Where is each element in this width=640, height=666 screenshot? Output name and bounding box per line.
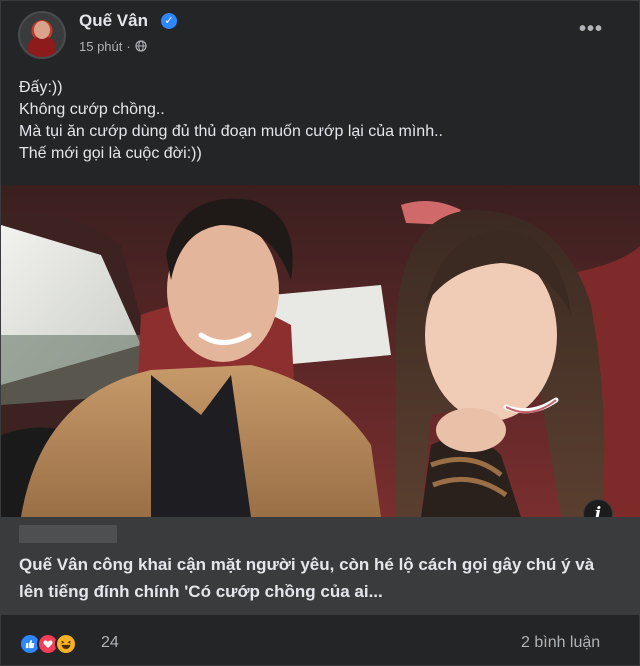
verified-badge-icon: ✓ <box>161 13 177 29</box>
haha-icon <box>55 633 77 655</box>
avatar-face <box>34 21 50 39</box>
facebook-post: Quế Vân ✓ 15 phút · ••• Đấy:)) Không cướp… <box>0 0 640 666</box>
comments-count-link[interactable]: 2 bình luận <box>521 634 600 652</box>
caption-line: Không cướp chồng.. <box>19 101 165 118</box>
globe-icon[interactable] <box>135 40 147 52</box>
post-photo[interactable] <box>1 185 640 517</box>
post-meta: 15 phút · <box>79 39 147 54</box>
more-options-icon[interactable]: ••• <box>579 19 607 41</box>
post-caption: Đấy:)) Không cướp chồng.. Mà tụi ăn cướp… <box>19 77 443 165</box>
avatar[interactable] <box>18 11 66 59</box>
link-preview-title[interactable]: Quế Vân công khai cận mặt người yêu, còn… <box>19 551 619 605</box>
author-name[interactable]: Quế Vân <box>79 11 148 31</box>
caption-line: Mà tụi ăn cướp dùng đủ thủ đoạn muốn cướ… <box>19 123 443 140</box>
post-header: Quế Vân ✓ 15 phút · ••• <box>1 1 640 67</box>
link-domain-redacted <box>19 525 117 543</box>
caption-line: Đấy:)) <box>19 79 63 96</box>
avatar-body <box>28 37 56 57</box>
couple-selfie-image <box>1 185 640 517</box>
caption-line: Thế mới gọi là cuộc đời:)) <box>19 145 202 162</box>
reaction-count[interactable]: 24 <box>101 634 119 652</box>
post-time[interactable]: 15 phút <box>79 39 122 54</box>
meta-separator: · <box>126 39 131 54</box>
